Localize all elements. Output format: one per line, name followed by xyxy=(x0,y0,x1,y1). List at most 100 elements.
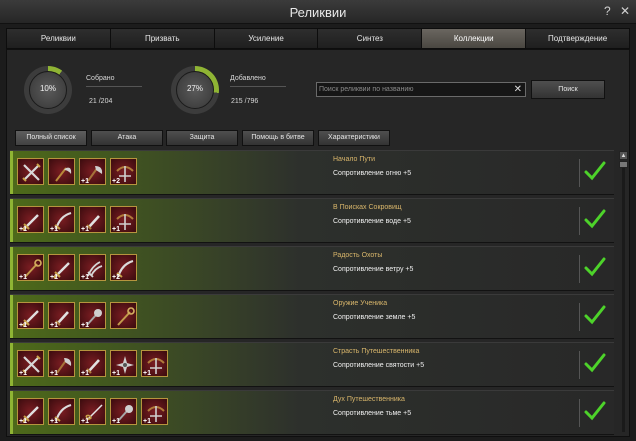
filter-full-list[interactable]: Полный список xyxy=(15,130,87,146)
relic-slot[interactable]: +1 xyxy=(48,206,75,233)
relic-slot[interactable]: +1 xyxy=(110,398,137,425)
relic-slot[interactable]: +1 xyxy=(110,206,137,233)
relic-slot[interactable]: +1 xyxy=(48,350,75,377)
collection-name: Страсть Путешественника xyxy=(333,348,420,355)
relic-slot[interactable]: +1 xyxy=(48,302,75,329)
filter-battle-help[interactable]: Помощь в битве xyxy=(242,130,314,146)
relic-slot[interactable]: +1 xyxy=(17,398,44,425)
collection-row[interactable]: +1 +1 +1 Оружие Ученика Сопротивление земле … xyxy=(10,294,614,339)
filter-characteristics[interactable]: Характеристики xyxy=(318,130,390,146)
tab-collections[interactable]: Коллекции xyxy=(422,29,527,48)
scrollbar-thumb[interactable] xyxy=(619,161,628,168)
added-progress-ring: 27% xyxy=(171,66,219,114)
collection-row[interactable]: +1 +1 +1 +1 +1 Страсть Путешественника Сопроти… xyxy=(10,342,614,387)
relic-level: +1 xyxy=(112,418,120,425)
relic-level: +1 xyxy=(81,418,89,425)
relic-level: +2 xyxy=(112,178,120,185)
relic-slots: +1 +1 +1 xyxy=(17,302,137,329)
crossed-swords-icon xyxy=(22,163,41,182)
check-icon xyxy=(584,209,606,229)
relic-slots: +1 +1 +1 +1 +1 xyxy=(17,350,168,377)
relic-slot[interactable]: +1 xyxy=(17,206,44,233)
close-icon[interactable]: ✕ xyxy=(514,83,522,96)
row-accent xyxy=(10,295,13,338)
collection-name: В Поисках Сокровищ xyxy=(333,204,402,211)
help-button[interactable]: ? xyxy=(604,4,611,18)
relic-level: +1 xyxy=(50,274,58,281)
relic-slot[interactable]: +1 xyxy=(79,302,106,329)
collection-name: Радость Охоты xyxy=(333,252,383,259)
relic-level: +1 xyxy=(50,418,58,425)
relic-slot[interactable] xyxy=(110,302,137,329)
search-box: ✕ xyxy=(316,82,526,97)
scroll-up-button[interactable]: ▲ xyxy=(619,151,628,160)
filter-attack[interactable]: Атака xyxy=(91,130,163,146)
relic-level: +1 xyxy=(19,370,27,377)
check-icon xyxy=(584,353,606,373)
row-divider xyxy=(579,255,580,283)
scrollbar-track[interactable] xyxy=(622,168,625,432)
tab-confirmation[interactable]: Подтверждение xyxy=(526,29,629,48)
tab-enhance[interactable]: Усиление xyxy=(214,29,319,48)
search-button[interactable]: Поиск xyxy=(531,80,605,99)
search-input[interactable] xyxy=(319,83,509,96)
filter-defense[interactable]: Защита xyxy=(166,130,238,146)
tab-relics[interactable]: Реликвии xyxy=(7,29,111,48)
relic-level: +1 xyxy=(81,274,89,281)
check-icon xyxy=(584,257,606,277)
row-accent xyxy=(10,391,13,434)
tab-summon[interactable]: Призвать xyxy=(110,29,215,48)
row-divider xyxy=(579,303,580,331)
row-divider xyxy=(579,399,580,427)
tab-synthesis[interactable]: Синтез xyxy=(318,29,423,48)
relic-slot[interactable]: +1 xyxy=(48,254,75,281)
scythe-icon xyxy=(55,167,72,182)
relic-slot[interactable]: +2 xyxy=(110,158,137,185)
relic-slot[interactable] xyxy=(48,158,75,185)
close-button[interactable]: ✕ xyxy=(620,4,630,18)
collection-name: Оружие Ученика xyxy=(333,300,388,307)
relic-slot[interactable]: +1 xyxy=(141,398,168,425)
collection-bonus: Сопротивление ветру +5 xyxy=(333,266,414,273)
collected-label: Собрано xyxy=(86,75,115,82)
relic-level: +1 xyxy=(112,226,120,233)
relic-level: +1 xyxy=(50,322,58,329)
relic-slot[interactable]: +1 xyxy=(17,302,44,329)
relic-slot[interactable]: +1 xyxy=(110,350,137,377)
collections-panel: 10% Собрано 21 /204 27% Добавлено 215 /7… xyxy=(6,49,630,437)
relic-level: +1 xyxy=(81,178,89,185)
relic-slot[interactable]: +1 xyxy=(48,398,75,425)
relic-slot[interactable]: +1 xyxy=(79,350,106,377)
row-divider xyxy=(579,207,580,235)
collected-percent: 10% xyxy=(39,84,56,93)
row-accent xyxy=(10,151,13,194)
collection-row[interactable]: +1 +1 +1 +1 В Поисках Сокровищ Сопротивление … xyxy=(10,198,614,243)
relic-slot[interactable]: +1 xyxy=(79,398,106,425)
relic-slot[interactable]: +1 xyxy=(17,350,44,377)
relic-slot[interactable]: +1 xyxy=(79,158,106,185)
collection-row[interactable]: +1 +2 Начало Пути Сопротивление огню +5 xyxy=(10,150,614,195)
check-icon xyxy=(584,161,606,181)
relic-level: +1 xyxy=(112,370,120,377)
added-percent: 27% xyxy=(186,84,203,93)
added-divider xyxy=(230,86,286,87)
relic-slot[interactable]: +2 xyxy=(110,254,137,281)
collection-row[interactable]: +1 +1 +1 +2 Радость Охоты Сопротивление ветру… xyxy=(10,246,614,291)
check-icon xyxy=(584,401,606,421)
relic-slot[interactable]: +1 xyxy=(79,206,106,233)
row-divider xyxy=(579,159,580,187)
collected-progress-ring: 10% xyxy=(24,66,72,114)
relic-slot[interactable]: +1 xyxy=(141,350,168,377)
window-titlebar: Реликвии ? ✕ xyxy=(0,0,636,24)
relic-slot[interactable] xyxy=(17,158,44,185)
relic-level: +1 xyxy=(19,322,27,329)
relic-level: +1 xyxy=(143,418,151,425)
collection-name: Начало Пути xyxy=(333,156,375,163)
relic-level: +1 xyxy=(81,226,89,233)
collection-row[interactable]: +1 +1 +1 +1 +1 Дух Путешественника Сопротивлен… xyxy=(10,390,614,435)
relic-slot[interactable]: +1 xyxy=(17,254,44,281)
relic-slot[interactable]: +1 xyxy=(79,254,106,281)
tab-bar: Реликвии Призвать Усиление Синтез Коллек… xyxy=(6,28,630,49)
relic-level: +2 xyxy=(112,274,120,281)
relic-slots: +1 +2 xyxy=(17,158,137,185)
